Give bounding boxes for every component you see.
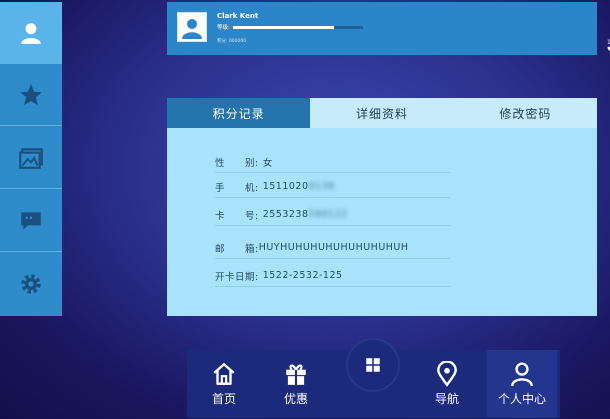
card-row: 卡 号: 2553238588122 [215,204,450,226]
phone-row: 手 机: 15110209138 [215,176,450,198]
nav-home[interactable]: 首页 [189,350,259,418]
grid-icon [366,358,380,372]
open-date-row: 开卡日期: 1522-2532-125 [215,265,450,287]
user-icon [21,22,41,44]
email-value: HUYHUHUHUHUHUHUHUHUH [258,242,409,253]
avatar[interactable] [177,12,207,42]
tab-bar: 积分记录 详细资料 修改密码 [167,98,597,128]
nav-navigation[interactable]: 导航 [412,350,482,418]
sidebar [0,2,62,316]
nav-offers-label: 优惠 [283,392,308,406]
tab-details[interactable]: 详细资料 [310,98,453,128]
phone-label: 手 机: [215,182,259,194]
message-icon [21,211,41,230]
open-date-value: 1522-2532-125 [262,270,343,281]
avatar-user-icon [182,19,202,39]
open-date-label: 开卡日期: [215,271,259,283]
sidebar-item-gallery[interactable] [0,127,62,189]
center-menu-button[interactable] [346,338,400,392]
profile-points: 积分: 000000 [217,39,247,44]
person-icon [511,362,533,387]
level-label: 等级: [217,25,230,31]
nav-personal-center[interactable]: 个人中心 [487,350,557,418]
nav-personal-label: 个人中心 [497,392,546,406]
details-panel: 性 别: 女 手 机: 15110209138 卡 号: 25532385881… [167,128,597,316]
star-icon [20,83,42,105]
sidebar-item-messages[interactable] [0,190,62,252]
card-value: 2553238588122 [262,209,348,220]
phone-value: 15110209138 [262,181,335,192]
email-row: 邮 箱: HUYHUHUHUHUHUHUHUHUH [215,237,450,259]
nav-navigation-label: 导航 [434,392,459,406]
sidebar-item-favorites[interactable] [0,64,62,126]
gender-label: 性 别: [215,157,259,169]
phone-value-blurred: 9138 [308,181,335,192]
profile-name: Clark Kent [217,12,259,20]
image-icon [19,147,43,169]
gender-row: 性 别: 女 [215,151,450,173]
nav-home-label: 首页 [211,392,236,406]
email-label: 邮 箱: [215,243,259,255]
sidebar-item-profile[interactable] [0,2,62,64]
card-value-blurred: 588122 [308,209,348,220]
profile-level: 等级: [217,23,363,31]
level-progress-bar [232,25,363,29]
profile-card: Clark Kent 等级: 积分: 000000 1 ♥ [167,2,610,55]
sidebar-item-settings[interactable] [0,253,62,315]
tab-points-record[interactable]: 积分记录 [167,98,311,128]
level-progress-fill [232,25,335,29]
tab-change-password[interactable]: 修改密码 [454,98,597,128]
gender-value: 女 [262,157,273,169]
gear-icon [21,274,41,294]
gift-icon [286,364,306,385]
home-icon [213,363,235,385]
card-label: 卡 号: [215,210,259,222]
location-pin-icon [437,361,457,387]
nav-offers[interactable]: 优惠 [261,350,331,418]
